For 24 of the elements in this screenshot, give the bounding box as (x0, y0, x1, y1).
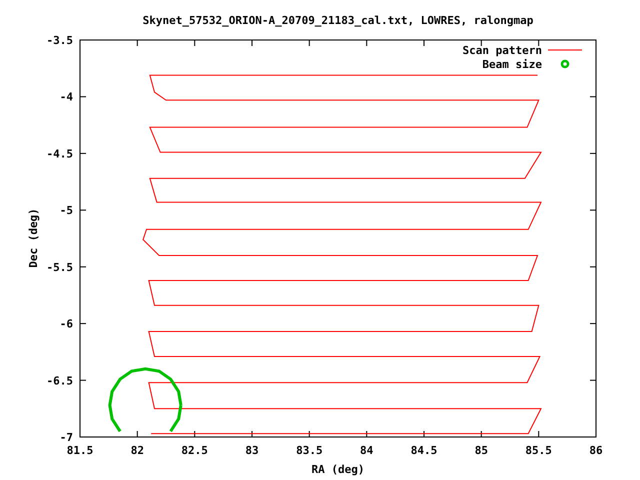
x-tick-label: 85 (474, 444, 488, 457)
y-tick-label: -4.5 (46, 147, 73, 160)
y-axis-label: Dec (deg) (27, 208, 40, 268)
chart-title: Skynet_57532_ORION-A_20709_21183_cal.txt, LOWRES, ralongmap (142, 14, 534, 27)
legend-label: Beam size (482, 58, 542, 71)
x-tick-label: 81.5 (66, 444, 94, 457)
x-axis-label: RA (deg) (312, 463, 364, 476)
x-tick-label: 86 (589, 444, 603, 457)
x-tick-label: 82.5 (181, 444, 208, 457)
y-tick-label: -7 (60, 431, 73, 444)
y-tick-label: -6.5 (46, 374, 73, 388)
x-tick-label: 82 (130, 444, 144, 457)
y-tick-label: -5.5 (46, 260, 73, 274)
y-tick-label: -4 (60, 90, 73, 104)
x-tick-label: 84.5 (410, 444, 438, 457)
x-tick-label: 83.5 (296, 444, 323, 457)
legend-circle-marker (560, 60, 570, 68)
y-tick-label: -5 (60, 204, 73, 218)
legend-label: Scan pattern (462, 44, 542, 57)
y-tick-label: -3.5 (46, 34, 73, 47)
x-tick-label: 84 (360, 444, 374, 457)
x-tick-label: 85.5 (525, 444, 552, 457)
y-tick-label: -6 (60, 318, 73, 331)
x-tick-label: 83 (245, 444, 259, 457)
